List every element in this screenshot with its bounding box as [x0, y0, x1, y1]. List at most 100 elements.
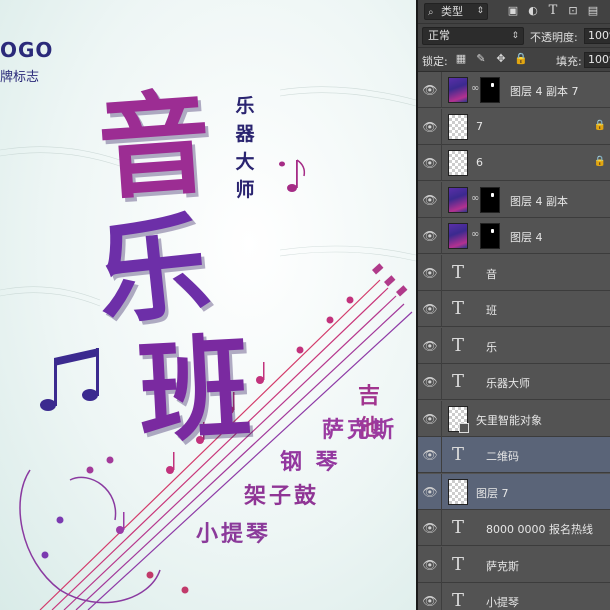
- visibility-toggle[interactable]: 👁: [418, 181, 442, 218]
- layer-row[interactable]: 👁 T 萨克斯: [418, 546, 610, 583]
- blend-mode-select[interactable]: 正常 ⇕: [422, 27, 524, 45]
- text-layer-icon: T: [452, 444, 465, 465]
- text-layer-icon: T: [452, 590, 465, 610]
- layer-thumbnail[interactable]: [448, 113, 468, 140]
- layer-row[interactable]: 👁 T 音: [418, 254, 610, 291]
- visibility-toggle[interactable]: 👁: [418, 145, 442, 181]
- layer-thumbnail[interactable]: [448, 186, 468, 213]
- layer-mask-thumbnail[interactable]: [480, 186, 500, 213]
- type-filter-icon[interactable]: T: [546, 4, 560, 18]
- layer-mask-thumbnail[interactable]: [480, 223, 500, 249]
- lock-move-icon[interactable]: ✥: [494, 52, 508, 66]
- layer-row[interactable]: 👁 ∞ 图层 4 副本 7: [418, 72, 610, 108]
- visibility-toggle[interactable]: 👁: [418, 364, 442, 400]
- eye-icon: 👁: [422, 229, 438, 243]
- visibility-toggle[interactable]: 👁: [418, 218, 442, 254]
- document-canvas[interactable]: OGO 牌标志 音 乐 班 乐器大师 吉 他 萨克斯 钢 琴 架子鼓 小提琴: [0, 0, 416, 610]
- lock-label: 锁定:: [422, 55, 448, 68]
- layer-filter-bar: ⌕ 类型 ⇕ ▣ ◐ T ⊡ ▤: [418, 0, 610, 24]
- eye-icon: 👁: [422, 156, 438, 170]
- guitar-body: [19, 469, 161, 604]
- layer-row[interactable]: 👁 T 小提琴: [418, 583, 610, 610]
- visibility-toggle[interactable]: 👁: [418, 72, 442, 108]
- layer-name: 7: [476, 119, 483, 133]
- instrument-piano: 钢 琴: [280, 450, 341, 475]
- layer-row[interactable]: 👁 T 8000 0000 报名热线 地...: [418, 510, 610, 546]
- text-layer-icon: T: [452, 334, 465, 356]
- chevron-updown-icon: ⇕: [511, 31, 519, 41]
- image-filter-icon[interactable]: ▣: [506, 4, 520, 18]
- instrument-sax: 萨克斯: [322, 418, 398, 443]
- fill-label: 填充:: [556, 55, 582, 68]
- layer-row[interactable]: 👁 6 🔒: [418, 145, 610, 181]
- layer-row[interactable]: 👁 图层 7: [418, 473, 610, 510]
- text-layer-icon: T: [452, 371, 465, 392]
- eye-icon: 👁: [422, 375, 438, 389]
- visibility-toggle[interactable]: 👁: [418, 291, 442, 327]
- layer-row[interactable]: 👁 ∞ 图层 4: [418, 218, 610, 254]
- guitar-head: [371, 263, 408, 297]
- layer-row[interactable]: 👁 ∞ 图层 4 副本: [418, 181, 610, 218]
- link-icon[interactable]: ∞: [471, 193, 479, 204]
- title-char-ban: 班: [135, 322, 254, 459]
- shape-filter-icon[interactable]: ⊡: [566, 4, 580, 18]
- eye-icon: 👁: [422, 83, 438, 97]
- visibility-toggle[interactable]: 👁: [418, 437, 442, 473]
- lock-icon: 🔒: [593, 156, 606, 167]
- eye-icon: 👁: [422, 411, 438, 426]
- eye-icon: 👁: [422, 338, 438, 353]
- layer-name: 图层 4 副本 7: [510, 85, 579, 98]
- smart-filter-icon[interactable]: ▤: [586, 4, 600, 18]
- layer-name: 乐: [486, 340, 497, 354]
- layers-panel: ⌕ 类型 ⇕ ▣ ◐ T ⊡ ▤ 正常 ⇕ 不透明度: 100% 锁定: ▦ ✎…: [418, 0, 610, 610]
- layer-row[interactable]: 👁 T 二维码: [418, 437, 610, 473]
- visibility-toggle[interactable]: 👁: [418, 546, 442, 583]
- layer-mask-thumbnail[interactable]: [480, 77, 500, 103]
- opacity-field[interactable]: 100%: [584, 28, 610, 44]
- link-icon[interactable]: ∞: [471, 229, 479, 240]
- layer-thumbnail[interactable]: [448, 223, 468, 249]
- visibility-toggle[interactable]: 👁: [418, 583, 442, 610]
- eye-icon: 👁: [422, 119, 438, 134]
- layer-row[interactable]: 👁 矢里智能对象: [418, 400, 610, 437]
- blend-opacity-bar: 正常 ⇕ 不透明度: 100%: [418, 24, 610, 48]
- layer-name: 图层 4: [510, 231, 543, 244]
- lock-brush-icon[interactable]: ✎: [474, 52, 488, 66]
- link-icon[interactable]: ∞: [471, 83, 479, 94]
- visibility-toggle[interactable]: 👁: [418, 400, 442, 437]
- logo-subtitle: 牌标志: [0, 70, 40, 85]
- visibility-toggle[interactable]: 👁: [418, 473, 442, 510]
- visibility-toggle[interactable]: 👁: [418, 510, 442, 546]
- layer-row[interactable]: 👁 T 乐器大师: [418, 364, 610, 400]
- visibility-toggle[interactable]: 👁: [418, 108, 442, 145]
- fill-field[interactable]: 100%: [584, 52, 610, 68]
- layer-name: 图层 7: [476, 486, 509, 500]
- subtitle-vertical: 乐器大师: [235, 95, 255, 201]
- lock-transparent-icon[interactable]: ▦: [454, 52, 468, 66]
- filter-kind-select[interactable]: ⌕ 类型 ⇕: [424, 3, 488, 20]
- text-layer-icon: T: [452, 517, 465, 538]
- filter-kind-value: 类型: [441, 5, 463, 18]
- opacity-value: 100%: [588, 29, 610, 42]
- layer-name: 小提琴: [486, 596, 519, 609]
- blend-mode-value: 正常: [428, 29, 450, 42]
- logo-text: OGO: [0, 38, 54, 62]
- layer-row[interactable]: 👁 T 乐: [418, 327, 610, 364]
- layer-thumbnail[interactable]: [448, 405, 469, 433]
- fill-value: 100%: [588, 53, 610, 66]
- layers-list: 👁 ∞ 图层 4 副本 7 👁 7 🔒 👁 6 🔒 👁 ∞ 图层 4 副本 👁 ∞ 图层 4 👁 T 音 👁 T 班 👁 T…: [418, 72, 610, 610]
- eighth-note-left: [40, 348, 99, 411]
- text-layer-icon: T: [452, 298, 465, 319]
- instrument-drum: 架子鼓: [244, 484, 320, 509]
- layer-thumbnail[interactable]: [448, 150, 468, 176]
- layer-thumbnail[interactable]: [448, 478, 468, 505]
- visibility-toggle[interactable]: 👁: [418, 327, 442, 364]
- layer-thumbnail[interactable]: [448, 77, 468, 103]
- chevron-updown-icon: ⇕: [476, 6, 484, 16]
- visibility-toggle[interactable]: 👁: [418, 254, 442, 291]
- lock-all-icon[interactable]: 🔒: [514, 52, 528, 66]
- layer-row[interactable]: 👁 7 🔒: [418, 108, 610, 145]
- lock-icon: 🔒: [593, 119, 606, 131]
- layer-row[interactable]: 👁 T 班: [418, 291, 610, 327]
- adjustment-filter-icon[interactable]: ◐: [526, 4, 540, 18]
